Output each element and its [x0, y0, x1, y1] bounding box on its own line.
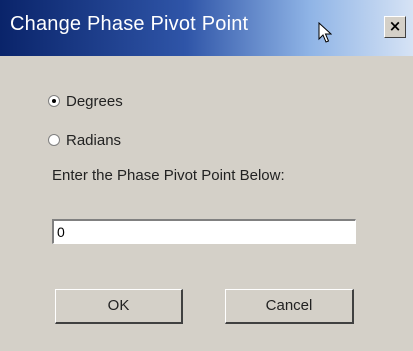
radians-label: Radians	[66, 131, 122, 149]
mouse-pointer-icon	[318, 22, 332, 43]
degrees-radio-button[interactable]	[48, 95, 60, 107]
dialog-title: Change Phase Pivot Point	[10, 13, 249, 35]
cancel-button[interactable]: Cancel	[225, 289, 354, 324]
degrees-label: Degrees	[66, 92, 123, 110]
degrees-radio-option[interactable]: Degrees	[48, 91, 123, 111]
change-phase-pivot-dialog: Change Phase Pivot Point × Degrees Radia…	[0, 0, 413, 351]
ok-button[interactable]: OK	[55, 289, 183, 324]
title-bar[interactable]: Change Phase Pivot Point ×	[0, 0, 413, 56]
radians-radio-button[interactable]	[48, 134, 60, 146]
radians-radio-option[interactable]: Radians	[48, 130, 121, 150]
close-button[interactable]: ×	[384, 16, 406, 38]
pivot-point-input[interactable]	[52, 219, 356, 244]
pivot-point-prompt: Enter the Phase Pivot Point Below:	[52, 167, 285, 184]
close-icon: ×	[388, 17, 402, 35]
